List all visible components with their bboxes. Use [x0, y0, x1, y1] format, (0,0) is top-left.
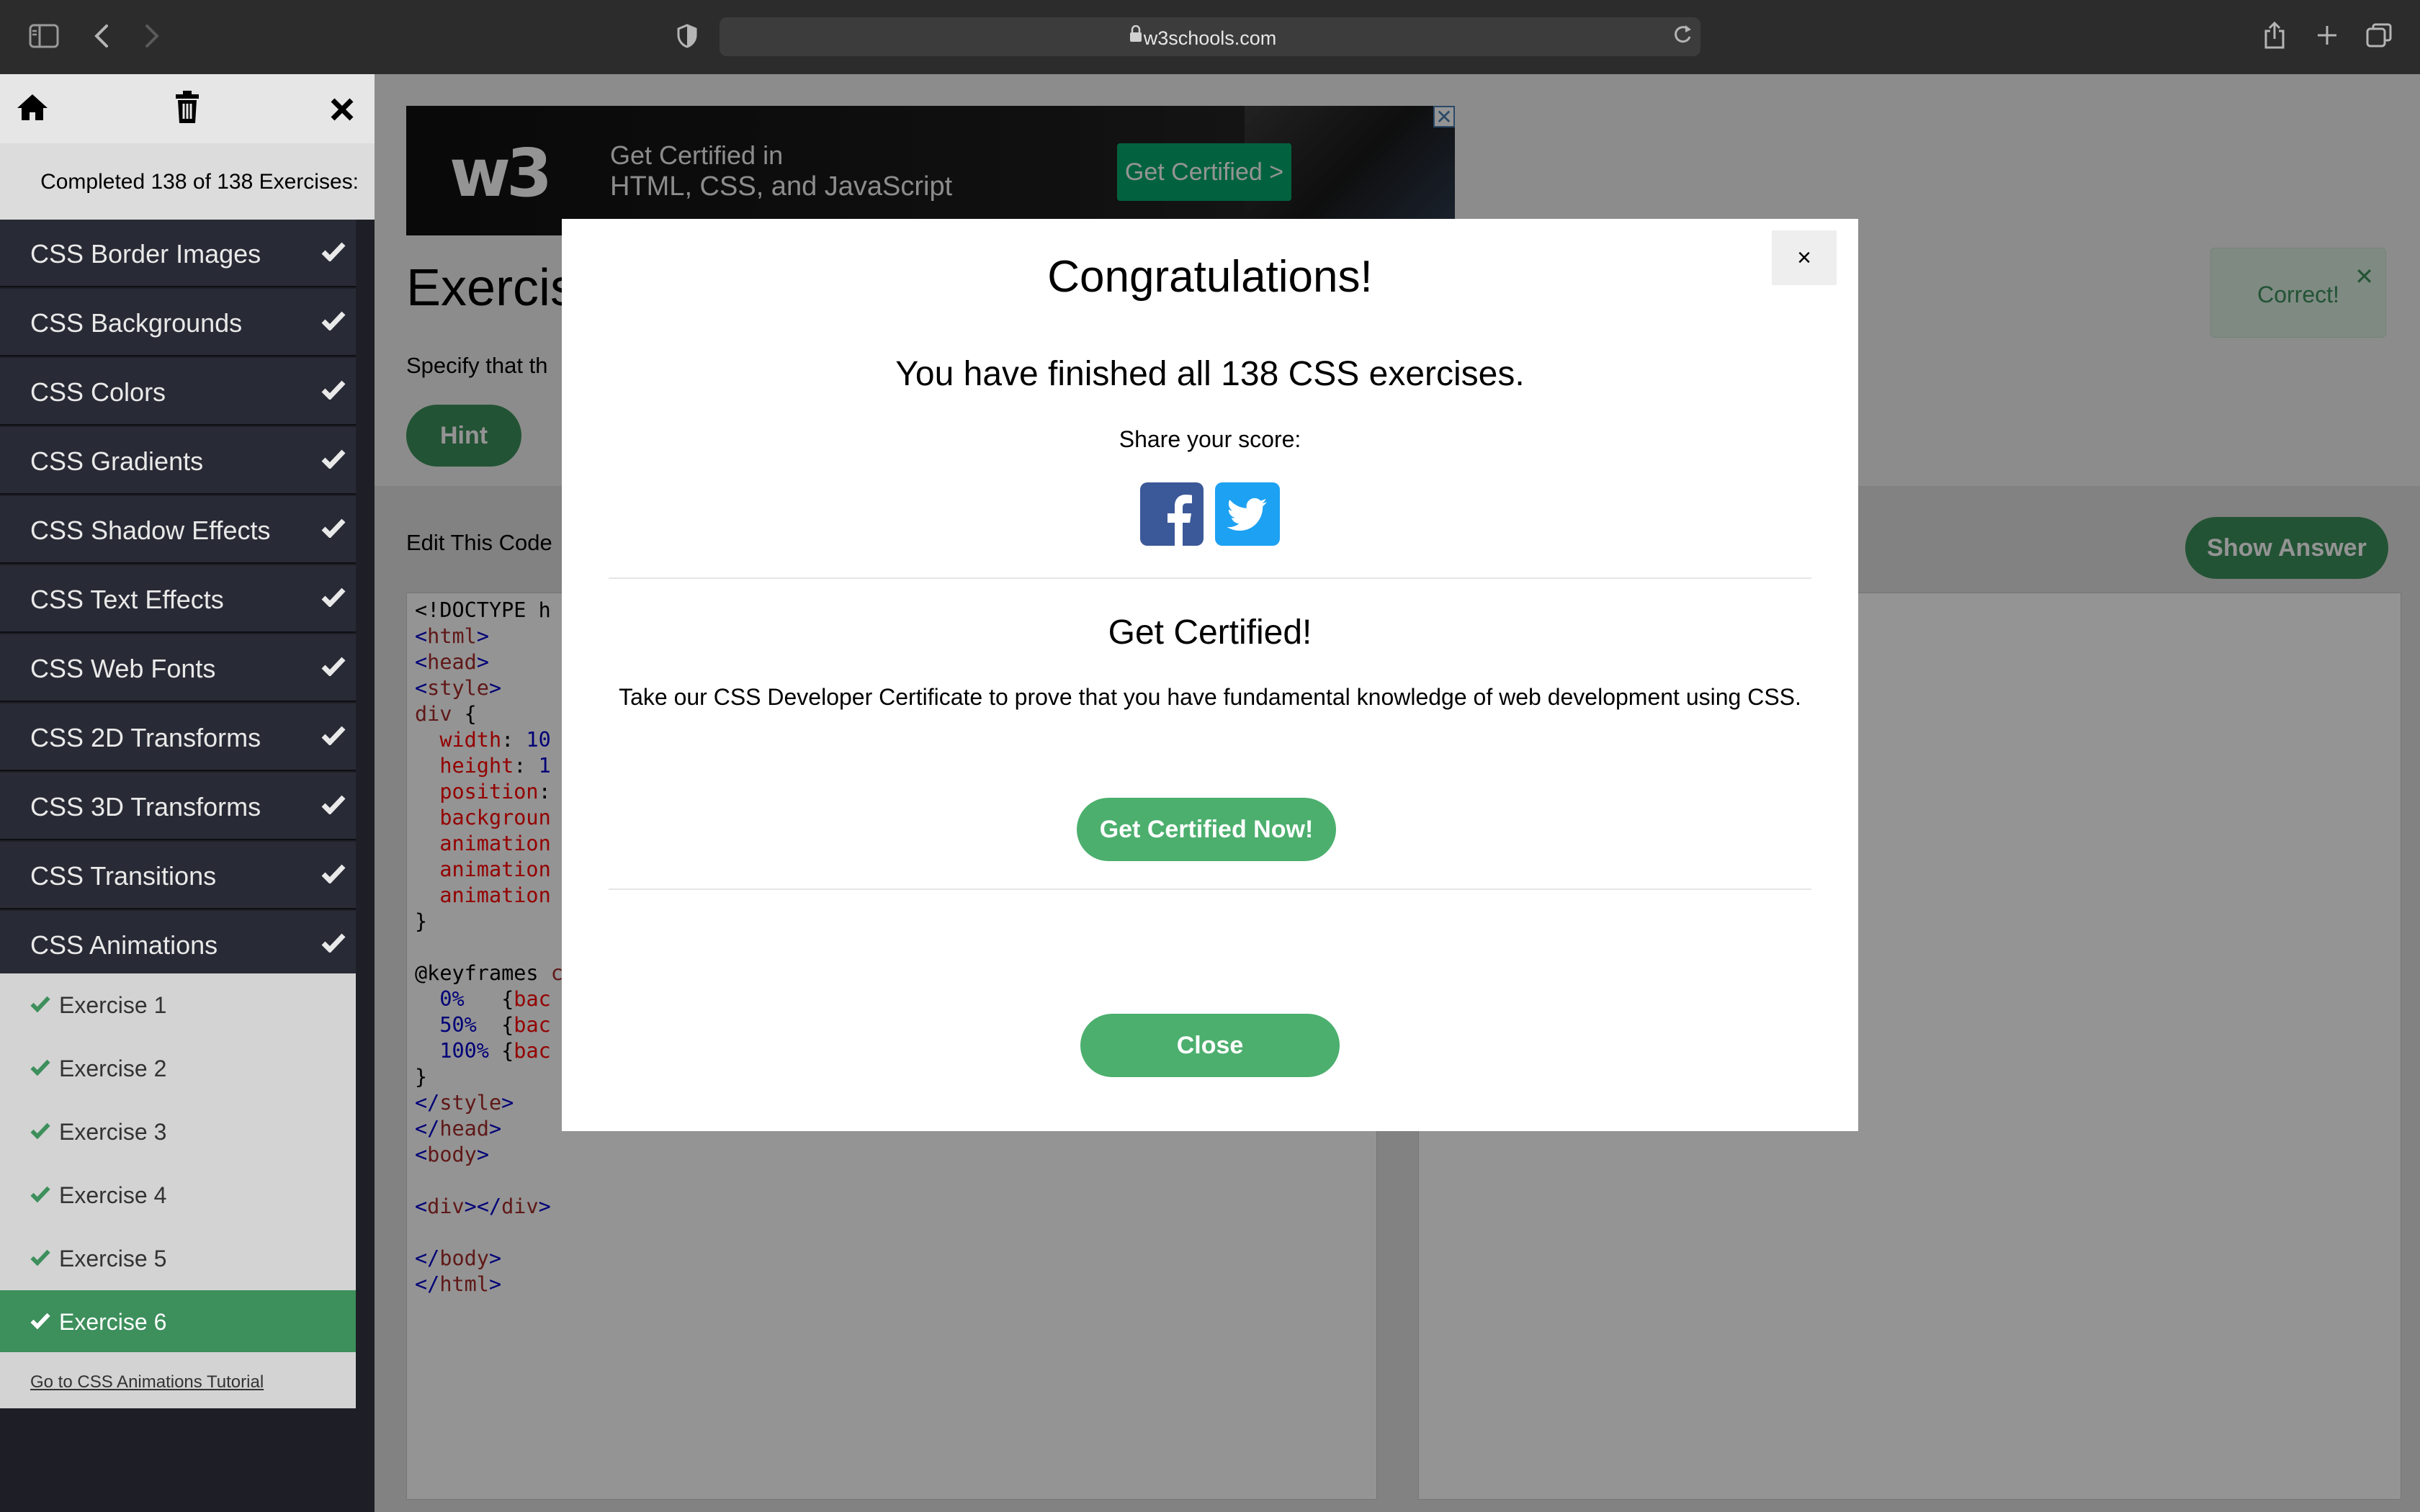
sidebar-category-item[interactable]: CSS Gradients [0, 427, 356, 495]
completion-status: Completed 138 of 138 Exercises: [0, 143, 375, 220]
sidebar-toolbar [0, 74, 375, 143]
forward-icon[interactable] [144, 24, 160, 52]
privacy-shield-icon[interactable] [677, 24, 697, 52]
sidebar-category-item[interactable]: CSS Text Effects [0, 565, 356, 633]
sidebar-category-item[interactable]: CSS Border Images [0, 220, 356, 287]
completion-text: Completed 138 of 138 Exercises: [40, 170, 359, 194]
url-text: w3schools.com [1143, 27, 1277, 49]
exercise-sidebar: Completed 138 of 138 Exercises: CSS Bord… [0, 74, 375, 1512]
check-icon [30, 1248, 50, 1269]
category-label: CSS Gradients [30, 446, 204, 476]
back-icon[interactable] [94, 24, 109, 52]
sidebar-category-item[interactable]: CSS Shadow Effects [0, 496, 356, 564]
exercise-label: Exercise 3 [59, 1119, 167, 1145]
check-icon [321, 518, 346, 541]
sidebar-category-item[interactable]: CSS 3D Transforms [0, 773, 356, 840]
check-icon [321, 863, 346, 887]
check-icon [321, 794, 346, 818]
sidebar-category-item[interactable]: CSS Animations [0, 911, 356, 978]
check-icon [321, 725, 346, 749]
modal-divider [609, 577, 1811, 579]
check-icon [30, 1058, 50, 1079]
share-buttons [1140, 482, 1280, 546]
category-label: CSS 2D Transforms [30, 723, 261, 752]
get-certified-now-button[interactable]: Get Certified Now! [1077, 798, 1336, 861]
exercise-label: Exercise 2 [59, 1056, 167, 1081]
category-label: CSS 3D Transforms [30, 792, 261, 822]
check-icon [321, 379, 346, 403]
category-label: CSS Backgrounds [30, 308, 243, 338]
share-icon[interactable] [2263, 21, 2286, 53]
modal-divider [609, 888, 1811, 890]
sidebar-toggle-icon[interactable] [29, 24, 59, 52]
category-label: CSS Animations [30, 930, 218, 960]
check-icon [321, 656, 346, 680]
check-icon [30, 995, 50, 1016]
check-icon [321, 449, 346, 472]
home-icon[interactable] [16, 93, 49, 125]
exercise-item[interactable]: Exercise 6 [0, 1290, 356, 1354]
browser-toolbar: w3schools.com [0, 0, 2420, 74]
tab-overview-icon[interactable] [2366, 23, 2392, 51]
exercise-item[interactable]: Exercise 3 [0, 1100, 356, 1164]
new-tab-icon[interactable] [2316, 24, 2339, 50]
exercise-item[interactable]: Exercise 5 [0, 1227, 356, 1290]
category-label: CSS Text Effects [30, 585, 224, 614]
category-label: CSS Border Images [30, 239, 261, 269]
exercise-label: Exercise 1 [59, 992, 167, 1018]
sidebar-category-item[interactable]: CSS Backgrounds [0, 289, 356, 356]
tutorial-link-container: Go to CSS Animations Tutorial [0, 1352, 356, 1408]
address-bar[interactable]: w3schools.com [720, 17, 1700, 56]
check-icon [321, 241, 346, 265]
congratulations-modal: × Congratulations! You have finished all… [562, 219, 1858, 1131]
category-label: CSS Shadow Effects [30, 516, 271, 545]
reload-icon[interactable] [1672, 24, 1693, 49]
exercise-item[interactable]: Exercise 2 [0, 1037, 356, 1100]
check-icon [321, 932, 346, 956]
exercise-label: Exercise 5 [59, 1246, 167, 1272]
modal-close-button[interactable]: Close [1080, 1014, 1340, 1077]
sidebar-category-item[interactable]: CSS Transitions [0, 842, 356, 909]
exercise-item[interactable]: Exercise 1 [0, 973, 356, 1037]
exercise-label: Exercise 4 [59, 1182, 167, 1208]
finished-message: You have finished all 138 CSS exercises. [895, 355, 1525, 393]
tutorial-link[interactable]: Go to CSS Animations Tutorial [30, 1372, 264, 1392]
lock-icon [1129, 24, 1142, 46]
check-icon [30, 1312, 50, 1333]
exercise-item[interactable]: Exercise 4 [0, 1164, 356, 1227]
sidebar-category-item[interactable]: CSS 2D Transforms [0, 703, 356, 771]
exercise-label: Exercise 6 [59, 1309, 167, 1335]
modal-title: Congratulations! [1047, 252, 1373, 302]
check-icon [321, 587, 346, 611]
get-certified-title: Get Certified! [1108, 613, 1312, 652]
category-label: CSS Transitions [30, 861, 217, 891]
sidebar-category-item[interactable]: CSS Colors [0, 358, 356, 426]
close-icon[interactable] [330, 97, 354, 125]
trash-icon[interactable] [173, 90, 202, 128]
sidebar-category-item[interactable]: CSS Web Fonts [0, 634, 356, 702]
twitter-icon[interactable] [1215, 482, 1280, 549]
facebook-icon[interactable] [1140, 482, 1204, 549]
check-icon [321, 310, 346, 334]
certificate-description: Take our CSS Developer Certificate to pr… [619, 684, 1801, 710]
check-icon [30, 1122, 50, 1143]
category-label: CSS Web Fonts [30, 654, 216, 683]
share-label: Share your score: [1119, 426, 1301, 452]
category-label: CSS Colors [30, 377, 166, 407]
check-icon [30, 1185, 50, 1206]
